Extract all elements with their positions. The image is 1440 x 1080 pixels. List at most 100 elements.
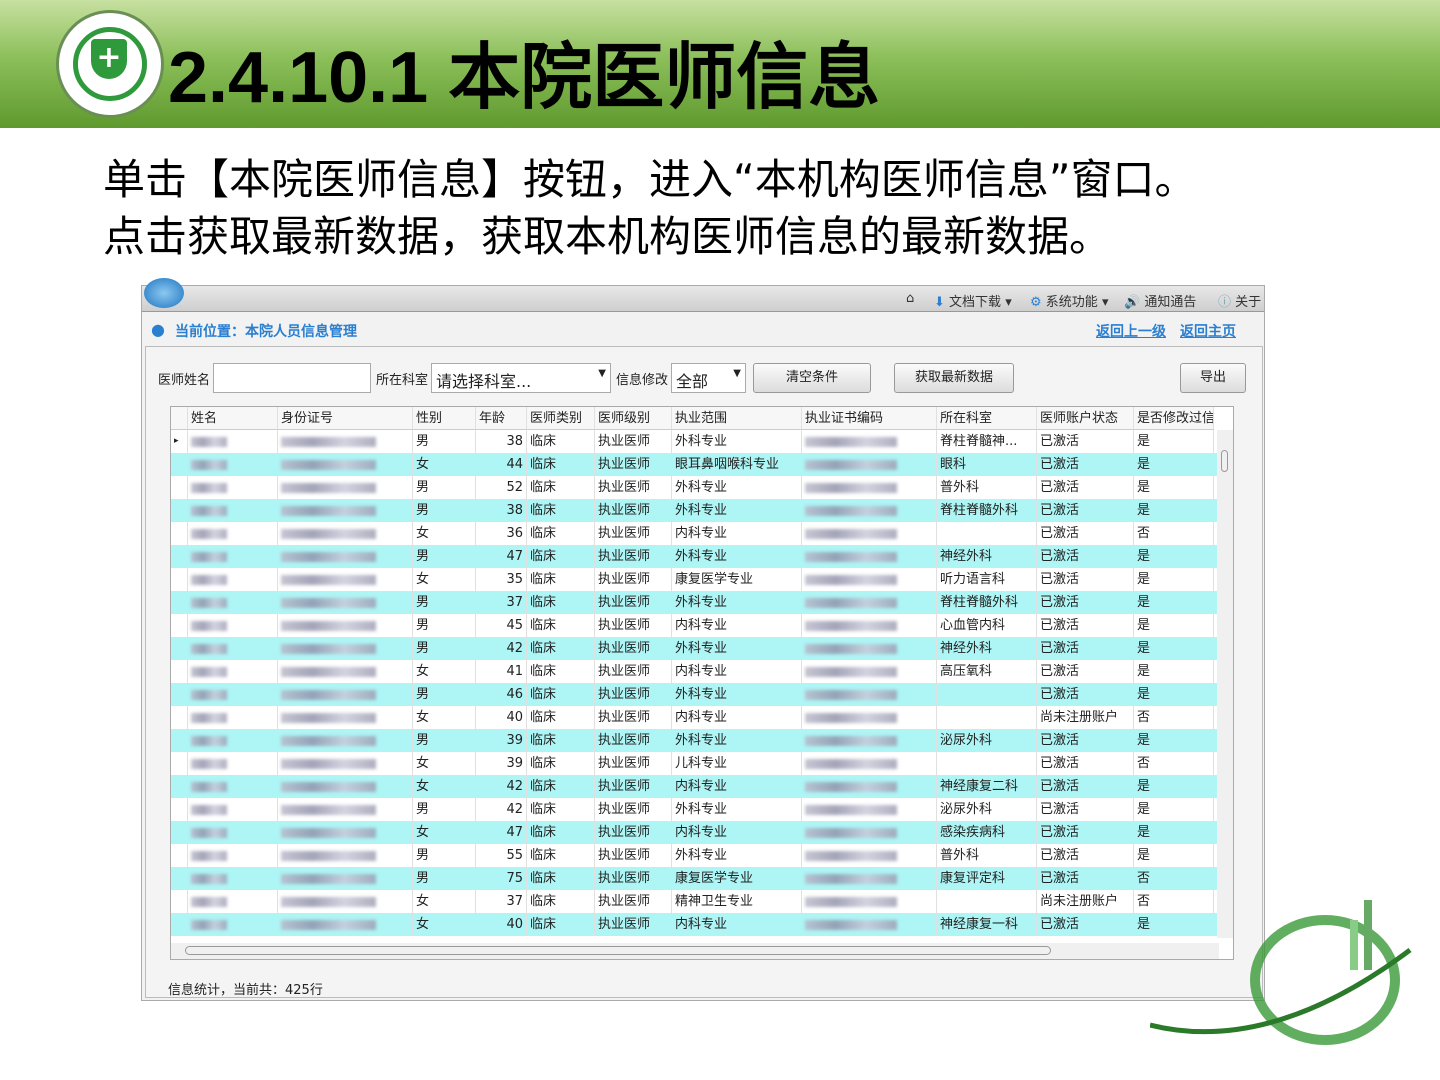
modified-select[interactable]: 全部 ▼ — [671, 363, 746, 393]
table-cell: 男 — [413, 637, 476, 660]
clear-button[interactable]: 清空条件 — [753, 363, 871, 393]
redacted-cell — [278, 683, 413, 706]
table-cell: 是 — [1134, 798, 1214, 821]
table-row[interactable]: 女 40 临床 执业医师 内科专业 尚未注册账户否 — [171, 706, 1219, 729]
mod-label: 信息修改 — [616, 373, 669, 388]
table-row[interactable]: 男 75 临床 执业医师 康复医学专业 康复评定科 已激活否 — [171, 867, 1219, 890]
table-cell: 女 — [413, 568, 476, 591]
table-cell: 外科专业 — [672, 729, 802, 752]
row-selector — [171, 752, 188, 775]
table-cell: 是 — [1134, 637, 1214, 660]
about-menu[interactable]: ⓘ 关于 — [1218, 291, 1261, 310]
column-header[interactable]: 身份证号 — [278, 407, 413, 430]
table-row[interactable]: 男 46 临床 执业医师 外科专业 已激活是 — [171, 683, 1219, 706]
redacted-cell — [278, 798, 413, 821]
table-row[interactable]: 女 40 临床 执业医师 内科专业 神经康复一科 已激活是 — [171, 913, 1219, 936]
redacted-cell — [278, 476, 413, 499]
table-row[interactable]: ▸ 男 38 临床 执业医师 外科专业 脊柱脊髓神... 已激活是 — [171, 430, 1219, 453]
row-selector — [171, 844, 188, 867]
table-cell: 康复医学专业 — [672, 568, 802, 591]
redacted-cell — [802, 430, 937, 453]
table-row[interactable]: 男 42 临床 执业医师 外科专业 神经外科 已激活是 — [171, 637, 1219, 660]
horizontal-scrollbar[interactable] — [171, 943, 1219, 959]
redacted-cell — [278, 913, 413, 936]
table-cell: 内科专业 — [672, 821, 802, 844]
column-header[interactable]: 年龄 — [476, 407, 527, 430]
export-button[interactable]: 导出 — [1180, 363, 1246, 393]
table-row[interactable]: 男 55 临床 执业医师 外科专业 普外科 已激活是 — [171, 844, 1219, 867]
home-link[interactable]: 返回主页 — [1180, 321, 1236, 341]
table-cell: 是 — [1134, 591, 1214, 614]
table-cell: 执业医师 — [595, 913, 672, 936]
table-cell: 执业医师 — [595, 476, 672, 499]
fetch-latest-button[interactable]: 获取最新数据 — [894, 363, 1014, 393]
table-row[interactable]: 女 37 临床 执业医师 精神卫生专业 尚未注册账户否 — [171, 890, 1219, 913]
instruction-line-2: 点击获取最新数据，获取本机构医师信息的最新数据。 — [103, 212, 1112, 261]
table-cell: 男 — [413, 798, 476, 821]
redacted-cell — [802, 453, 937, 476]
table-cell: 38 — [476, 430, 527, 453]
column-header[interactable]: 姓名 — [188, 407, 278, 430]
table-row[interactable]: 女 42 临床 执业医师 内科专业 神经康复二科 已激活是 — [171, 775, 1219, 798]
table-cell: 46 — [476, 683, 527, 706]
row-selector — [171, 890, 188, 913]
column-header[interactable]: 是否修改过信息 — [1134, 407, 1214, 430]
back-link[interactable]: 返回上一级 — [1096, 321, 1166, 341]
table-cell: 执业医师 — [595, 614, 672, 637]
table-row[interactable]: 男 45 临床 执业医师 内科专业 心血管内科 已激活是 — [171, 614, 1219, 637]
redacted-cell — [278, 752, 413, 775]
table-cell: 55 — [476, 844, 527, 867]
table-row[interactable]: 男 52 临床 执业医师 外科专业 普外科 已激活是 — [171, 476, 1219, 499]
table-cell: 执业医师 — [595, 683, 672, 706]
table-cell: 神经康复一科 — [937, 913, 1037, 936]
column-header[interactable]: 医师类别 — [527, 407, 595, 430]
table-cell: 女 — [413, 522, 476, 545]
table-cell: 47 — [476, 545, 527, 568]
table-row[interactable]: 女 44 临床 执业医师 眼耳鼻咽喉科专业 眼科 已激活是 — [171, 453, 1219, 476]
row-selector — [171, 821, 188, 844]
redacted-cell — [188, 798, 278, 821]
location-pin-icon: ● — [151, 320, 165, 339]
current-location: 当前位置：本院人员信息管理 — [175, 324, 357, 340]
table-cell: 38 — [476, 499, 527, 522]
table-row[interactable]: 男 42 临床 执业医师 外科专业 泌尿外科 已激活是 — [171, 798, 1219, 821]
table-row[interactable]: 男 37 临床 执业医师 外科专业 脊柱脊髓外科 已激活是 — [171, 591, 1219, 614]
dept-select[interactable]: 请选择科室... ▼ — [431, 363, 611, 393]
table-row[interactable]: 男 39 临床 执业医师 外科专业 泌尿外科 已激活是 — [171, 729, 1219, 752]
notice-menu[interactable]: 🔊 通知通告 — [1124, 291, 1196, 310]
collapse-icon[interactable]: ⌂ — [906, 291, 914, 306]
system-menu[interactable]: ⚙ 系统功能 ▾ — [1030, 291, 1108, 310]
app-icon[interactable] — [144, 278, 184, 308]
column-header[interactable]: 执业范围 — [672, 407, 802, 430]
table-row[interactable]: 男 47 临床 执业医师 外科专业 神经外科 已激活是 — [171, 545, 1219, 568]
download-menu[interactable]: ⬇ 文档下载 ▾ — [934, 291, 1012, 310]
table-row[interactable]: 女 36 临床 执业医师 内科专业 已激活否 — [171, 522, 1219, 545]
table-cell: 35 — [476, 568, 527, 591]
table-row[interactable]: 女 47 临床 执业医师 内科专业 感染疾病科 已激活是 — [171, 821, 1219, 844]
table-cell: 40 — [476, 913, 527, 936]
table-row[interactable]: 女 39 临床 执业医师 儿科专业 已激活否 — [171, 752, 1219, 775]
table-cell: 脊柱脊髓外科 — [937, 591, 1037, 614]
table-cell: 执业医师 — [595, 430, 672, 453]
table-row[interactable]: 男 38 临床 执业医师 外科专业 脊柱脊髓外科 已激活是 — [171, 499, 1219, 522]
doctor-name-input[interactable] — [213, 363, 371, 393]
table-row[interactable]: 女 35 临床 执业医师 康复医学专业 听力语言科 已激活是 — [171, 568, 1219, 591]
redacted-cell — [188, 660, 278, 683]
table-cell: 神经康复二科 — [937, 775, 1037, 798]
column-header[interactable]: 执业证书编码 — [802, 407, 937, 430]
column-header[interactable]: 医师级别 — [595, 407, 672, 430]
column-header[interactable]: 所在科室 — [937, 407, 1037, 430]
redacted-cell — [802, 844, 937, 867]
table-cell: 眼耳鼻咽喉科专业 — [672, 453, 802, 476]
table-cell: 已激活 — [1037, 453, 1134, 476]
redacted-cell — [802, 522, 937, 545]
table-cell: 临床 — [527, 775, 595, 798]
table-cell: 眼科 — [937, 453, 1037, 476]
column-header[interactable]: 医师账户状态 — [1037, 407, 1134, 430]
table-cell: 神经外科 — [937, 637, 1037, 660]
table-row[interactable]: 女 41 临床 执业医师 内科专业 高压氧科 已激活是 — [171, 660, 1219, 683]
table-cell: 康复评定科 — [937, 867, 1037, 890]
redacted-cell — [278, 591, 413, 614]
column-header[interactable]: 性别 — [413, 407, 476, 430]
table-cell: 男 — [413, 729, 476, 752]
